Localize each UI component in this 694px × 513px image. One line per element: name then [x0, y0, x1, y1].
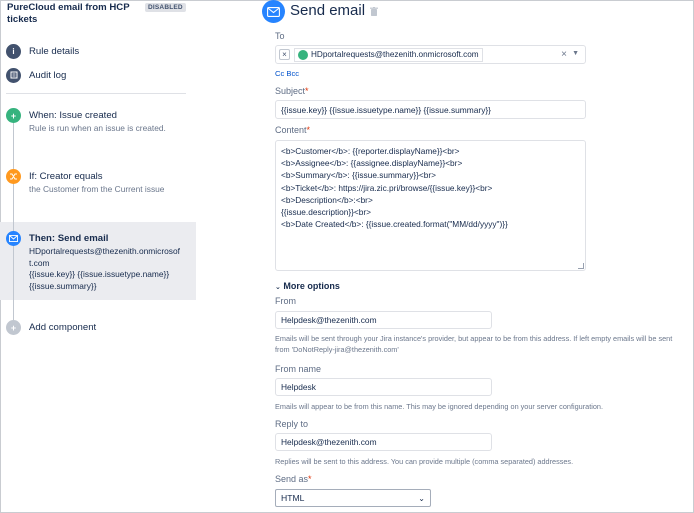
recipient-chip: HDportalrequests@thezenith.onmicrosoft.c… [294, 47, 483, 62]
flow-connector [13, 122, 14, 320]
avatar [298, 49, 308, 60]
more-options-toggle[interactable]: ⌄ More options [275, 281, 340, 291]
rule-sidebar: PureCloud email from HCP tickets DISABLE… [0, 0, 196, 513]
nav-audit-log[interactable]: Audit log [6, 67, 66, 83]
step-action-summary-text: {{issue.summary}} [29, 280, 97, 291]
email-icon [6, 231, 21, 246]
step-trigger-title: When: Issue created [29, 110, 117, 121]
rule-title: PureCloud email from HCP tickets [7, 2, 130, 25]
cc-bcc-link[interactable]: Cc Bcc [275, 69, 299, 78]
from-label: From [275, 296, 296, 306]
to-label: To [275, 31, 285, 41]
content-line: <b>Date Created</b>: {{issue.created.for… [281, 219, 508, 230]
step-condition-desc: the Customer from the Current issue [29, 184, 165, 194]
subject-label: Subject* [275, 86, 309, 96]
send-as-value: HTML [281, 493, 305, 503]
info-icon: i [6, 43, 21, 59]
email-icon [262, 0, 285, 23]
more-options-label: More options [283, 281, 340, 291]
shuffle-icon [6, 169, 21, 184]
step-action-recipient: HDportalrequests@thezenith.onmicrosoft.c… [29, 246, 180, 268]
step-action-subject: {{issue.key}} {{issue.issuetype.name}} [29, 269, 170, 279]
content-label: Content* [275, 125, 311, 135]
content-textarea[interactable]: <b>Customer</b>: {{reporter.displayName}… [275, 140, 586, 271]
resize-handle[interactable] [578, 263, 584, 269]
step-trigger-desc: Rule is run when an issue is created. [29, 123, 166, 133]
to-field[interactable]: × HDportalrequests@thezenith.onmicrosoft… [275, 45, 586, 64]
trash-icon[interactable] [370, 7, 378, 16]
list-icon [6, 67, 21, 83]
content-line: <b>Ticket</b>: https://jira.zic.pri/brow… [281, 182, 493, 193]
content-line: {{issue.description}}<br> [281, 207, 371, 218]
content-line: <b>Description</b>:<br> [281, 194, 373, 205]
from-name-field[interactable]: Helpdesk [275, 378, 492, 396]
from-field[interactable]: Helpdesk@thezenith.com [275, 311, 492, 329]
editor-title: Send email [290, 2, 366, 19]
nav-rule-details-label: Rule details [29, 45, 80, 57]
reply-to-label: Reply to [275, 419, 309, 429]
chevron-down-icon[interactable]: ▼ [572, 50, 579, 57]
reply-to-help: Replies will be sent to this address. Yo… [275, 457, 574, 466]
step-condition-title: If: Creator equals [29, 171, 103, 182]
content-line: <b>Assignee</b>: {{assignee.displayName}… [281, 158, 463, 169]
from-help: Emails will be sent through your Jira in… [275, 334, 673, 354]
from-name-label: From name [275, 364, 322, 374]
reply-to-field[interactable]: Helpdesk@thezenith.com [275, 433, 492, 451]
divider [6, 93, 186, 94]
content-line: <b>Summary</b>: {{issue.summary}}<br> [281, 170, 436, 181]
chevron-down-icon: ⌄ [418, 493, 425, 503]
send-as-label: Send as* [275, 474, 312, 484]
step-action-title: Then: Send email [29, 233, 109, 244]
nav-rule-details[interactable]: i Rule details [6, 43, 79, 59]
recipient-chip-text: HDportalrequests@thezenith.onmicrosoft.c… [311, 50, 479, 59]
plus-icon: + [6, 320, 21, 335]
subject-field[interactable]: {{issue.key}} {{issue.issuetype.name}} {… [275, 100, 586, 119]
plus-icon: + [6, 108, 21, 123]
clear-icon[interactable]: × [561, 49, 567, 60]
content-line: <b>Customer</b>: {{reporter.displayName}… [281, 146, 460, 156]
step-action-summary: HDportalrequests@thezenith.onmicrosoft.c… [29, 246, 184, 292]
nav-audit-log-label: Audit log [29, 69, 67, 81]
action-editor: Send email To × HDportalrequests@thezeni… [262, 0, 694, 513]
status-badge: DISABLED [145, 3, 186, 12]
send-as-select[interactable]: HTML ⌄ [275, 489, 431, 507]
chevron-down-icon: ⌄ [275, 284, 281, 291]
from-name-help: Emails will appear to be from this name.… [275, 402, 603, 411]
remove-recipient-icon[interactable]: × [279, 49, 290, 60]
add-component-label: Add component [29, 322, 97, 333]
